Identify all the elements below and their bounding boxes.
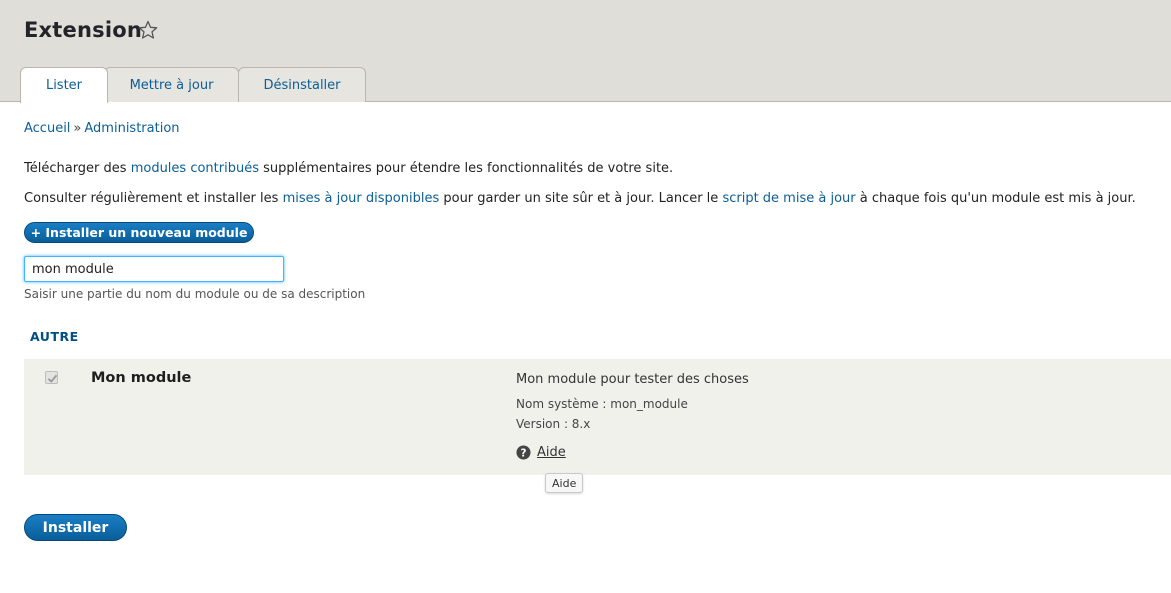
breadcrumb-separator: » — [73, 121, 82, 136]
module-checkbox[interactable] — [45, 371, 58, 384]
checkmark-icon — [47, 374, 58, 383]
breadcrumb-accueil[interactable]: Accueil — [24, 121, 70, 136]
section-title-autre: AUTRE — [30, 329, 79, 344]
star-icon[interactable] — [138, 20, 158, 40]
breadcrumb-administration[interactable]: Administration — [84, 121, 179, 136]
tab-lister[interactable]: Lister — [20, 67, 108, 103]
help-tooltip: Aide — [545, 473, 584, 493]
available-updates-link[interactable]: mises à jour disponibles — [283, 191, 440, 206]
update-script-link[interactable]: script de mise à jour — [722, 191, 855, 206]
install-button[interactable]: Installer — [24, 514, 127, 541]
intro-paragraph-1: Télécharger des modules contribués suppl… — [24, 161, 674, 176]
intro-paragraph-2: Consulter régulièrement et installer les… — [24, 191, 1136, 206]
module-name: Mon module — [91, 370, 192, 386]
breadcrumb: Accueil» Administration — [24, 121, 180, 136]
page-header: Extension Lister Mettre à jour Désinstal… — [0, 0, 1171, 103]
module-version: Version : 8.x — [516, 417, 591, 431]
contributed-modules-link[interactable]: modules contribués — [131, 161, 259, 176]
page-title: Extension — [24, 18, 142, 42]
question-circle-icon: ? — [516, 445, 531, 460]
tab-desinstaller[interactable]: Désinstaller — [238, 67, 366, 102]
module-filter-input[interactable] — [24, 256, 284, 282]
module-description: Mon module pour tester des choses — [516, 372, 749, 387]
tab-mettre-a-jour[interactable]: Mettre à jour — [104, 67, 239, 102]
install-new-module-button[interactable]: + Installer un nouveau module — [24, 222, 254, 243]
module-row: Mon module Mon module pour tester des ch… — [24, 359, 1171, 475]
svg-text:?: ? — [521, 447, 527, 459]
filter-help-text: Saisir une partie du nom du module ou de… — [24, 287, 366, 301]
module-help-link[interactable]: ? Aide — [516, 445, 566, 460]
module-machine-name: Nom système : mon_module — [516, 397, 688, 411]
